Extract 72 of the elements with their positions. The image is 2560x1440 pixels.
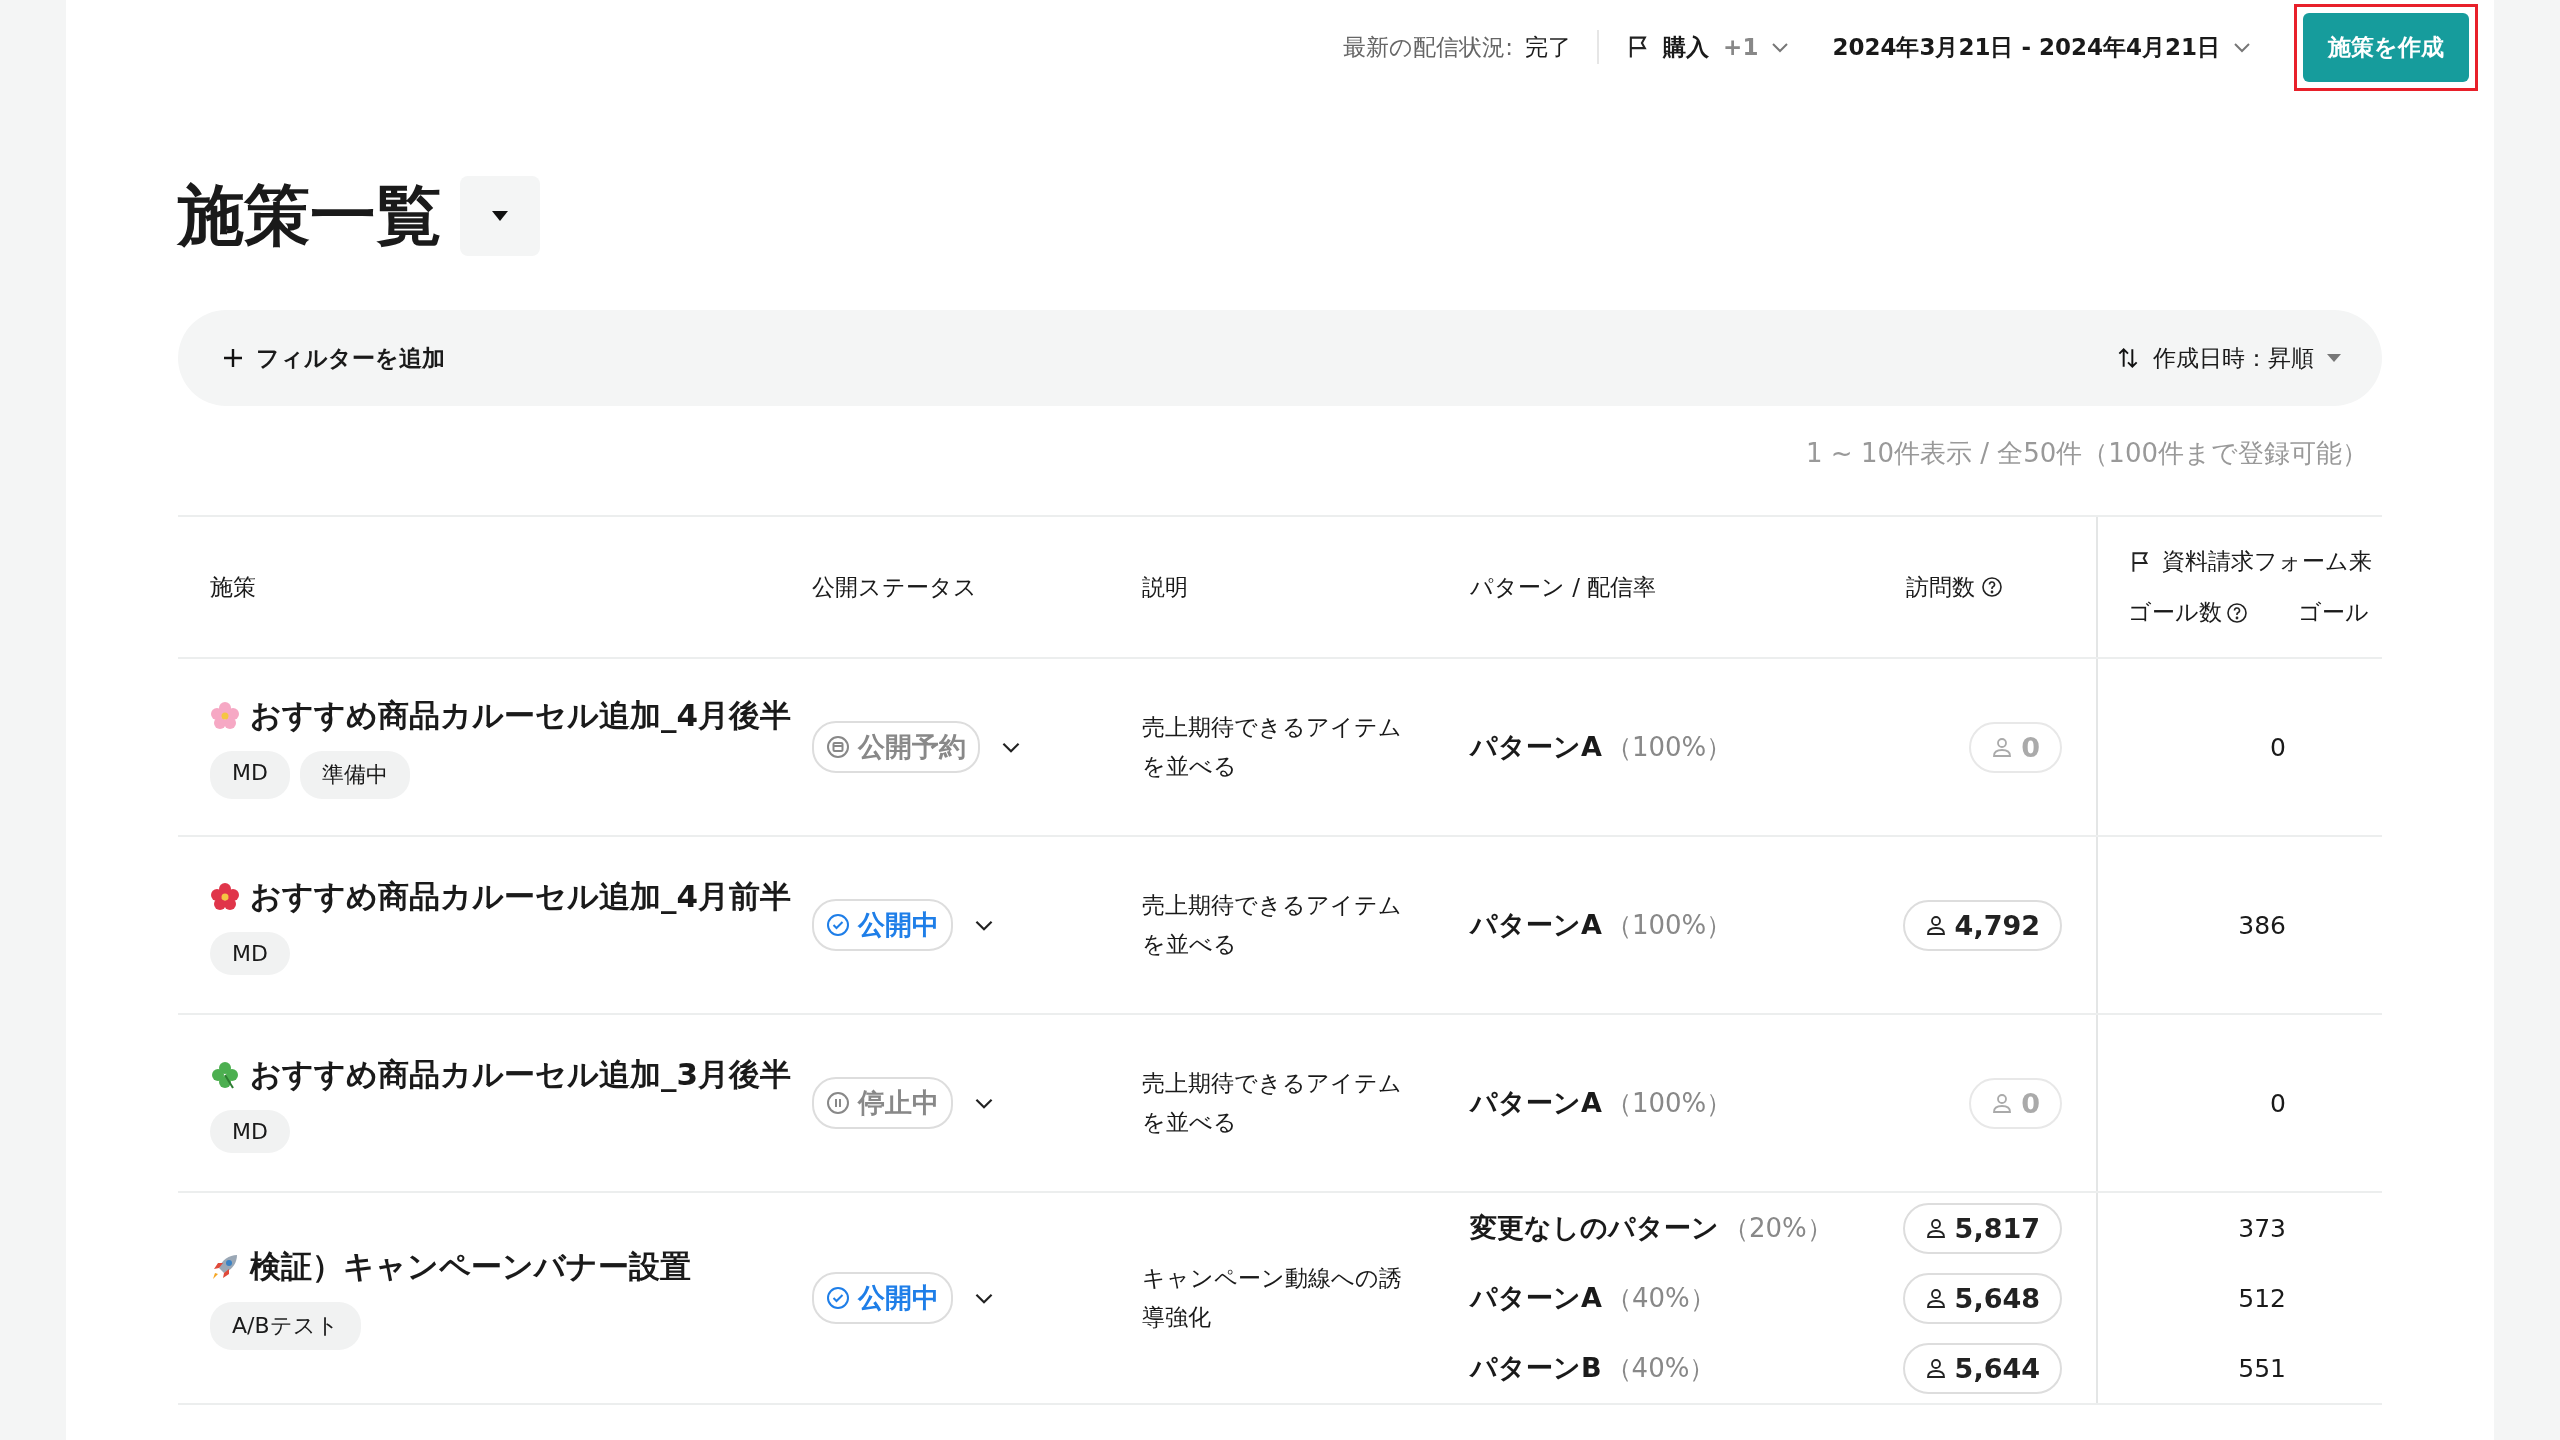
status-badge: 公開中 [812,1272,953,1324]
page-title: 施策一覧 [178,176,442,256]
help-icon [1981,576,2003,598]
goal-count: 0 [2270,1088,2286,1118]
column-header: 公開ステータス [812,572,977,602]
person-icon [1924,914,1947,936]
delivery-status-label: 最新の配信状況: [1343,32,1514,62]
pattern-name: パターンA [1470,1281,1602,1315]
pattern-rate: （100%） [1605,1086,1733,1120]
description: 売上期待できるアイテムを並べる [1142,1068,1403,1137]
goal-count: 512 [2238,1283,2286,1313]
sort-selector[interactable]: 作成日時：昇順 [2115,342,2342,374]
person-icon [1924,1217,1947,1239]
pattern-rate: （40%） [1605,1281,1716,1315]
column-header: 訪問数 [1906,572,1975,602]
pattern-name: パターンB [1470,1351,1602,1385]
column-header: 施策 [210,572,256,602]
status-badge: 停止中 [812,1077,953,1129]
pattern-name: パターンA [1470,908,1602,942]
pause-icon [826,1091,850,1115]
tag: MD [210,931,290,975]
goal-selector[interactable]: 購入 +1 [1625,31,1793,63]
plus-icon [222,347,244,369]
status-badge: 公開中 [812,899,953,951]
check-circle-icon [826,913,850,937]
visits-badge: 5,644 [1902,1342,2062,1394]
person-icon [1991,1092,2014,1114]
caret-icon [490,210,510,222]
tag: MD [210,751,290,799]
campaign-name[interactable]: おすすめ商品カルーセル追加_3月後半 [250,1053,792,1096]
pattern-name: パターンA [1470,730,1602,764]
tag: A/Bテスト [210,1302,361,1350]
column-header: 説明 [1142,572,1188,602]
visits-badge: 5,648 [1902,1272,2062,1324]
description: 売上期待できるアイテムを並べる [1142,712,1403,781]
caret-icon [2326,353,2342,363]
pattern-name: パターンA [1470,1086,1602,1120]
description: キャンペーン動線への誘導強化 [1142,1263,1403,1332]
visits-badge: 0 [1969,1077,2062,1129]
date-range-selector[interactable]: 2024年3月21日 - 2024年4月21日 [1832,31,2254,63]
tag: MD [210,1109,290,1153]
campaign-name[interactable]: おすすめ商品カルーセル追加_4月後半 [250,695,792,737]
visits-badge: 0 [1969,721,2062,773]
pattern-rate: （20%） [1723,1211,1833,1245]
person-icon [1924,1287,1947,1309]
column-header: ゴール [2298,598,2369,627]
pattern-rate: （40%） [1605,1351,1716,1385]
visits-badge: 4,792 [1902,899,2062,951]
check-circle-icon [826,1286,850,1310]
goal-header: 資料請求フォーム来 [2162,547,2372,576]
person-icon [1991,736,2014,758]
add-filter-button[interactable]: フィルターを追加 [222,342,445,374]
tag: 準備中 [299,751,410,799]
campaign-name[interactable]: 検証）キャンペーンバナー設置 [250,1246,691,1288]
goal-count: 386 [2238,910,2286,940]
delivery-status-value: 完了 [1525,32,1572,62]
goal-count: 551 [2238,1353,2286,1383]
calendar-icon [826,735,850,759]
pattern-rate: （100%） [1605,730,1733,764]
column-header: ゴール数 [2128,598,2222,627]
person-icon [1924,1357,1947,1379]
campaign-name[interactable]: おすすめ商品カルーセル追加_4月前半 [250,875,792,918]
goal-count: 0 [2270,732,2286,762]
help-icon [2226,601,2248,624]
goal-count: 373 [2238,1213,2286,1243]
result-count: 1 ~ 10件表示 / 全50件（100件まで登録可能） [1806,438,2368,468]
status-badge: 公開予約 [812,721,980,773]
pattern-name: 変更なしのパターン [1470,1211,1719,1245]
pattern-rate: （100%） [1605,908,1733,942]
visits-badge: 5,817 [1902,1202,2062,1254]
column-header: パターン / 配信率 [1470,572,1657,602]
description: 売上期待できるアイテムを並べる [1142,890,1403,959]
